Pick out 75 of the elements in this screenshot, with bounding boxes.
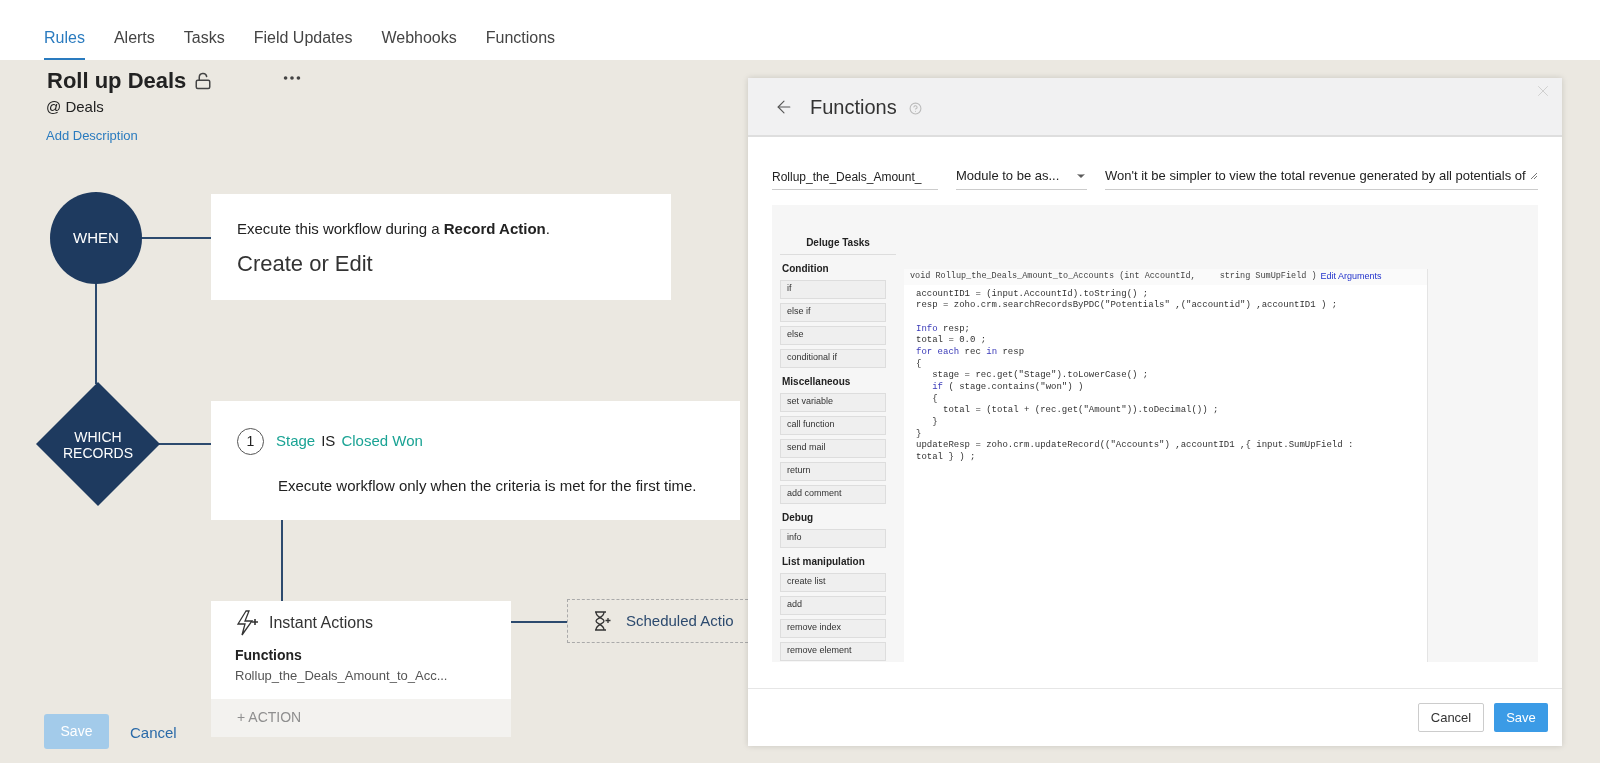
task-item[interactable]: add <box>780 595 886 615</box>
task-item[interactable]: if <box>780 279 886 299</box>
panel-title: Functions <box>810 94 897 120</box>
connector-line <box>511 621 567 623</box>
when-label: WHEN <box>73 227 119 248</box>
trigger-value: Create or Edit <box>237 249 374 278</box>
tasks-heading: Deluge Tasks <box>780 234 896 255</box>
code-keyword: if <box>931 382 943 394</box>
task-item[interactable]: set variable <box>780 392 886 412</box>
code-text: resp = zoho.crm.searchRecordsByPDC("Potentials" ,("accountid") ,accountID1 ) ; <box>916 300 1338 312</box>
function-name-field[interactable]: Rollup_the_Deals_Amount_ <box>772 167 938 190</box>
rule-title: Roll up Deals <box>47 67 187 95</box>
task-section-title: Miscellaneous <box>781 374 852 389</box>
criteria-note: Execute workflow only when the criteria is met for the first time. <box>278 476 698 496</box>
task-item[interactable]: else <box>780 325 886 345</box>
criteria-field: Stage <box>276 430 316 453</box>
code-text: resp; <box>943 323 970 336</box>
task-item[interactable]: add comment <box>780 484 886 504</box>
code-text: rec <box>963 346 982 359</box>
task-item[interactable]: remove element <box>780 641 886 661</box>
lightning-plus-icon <box>235 610 259 636</box>
add-description-link[interactable]: Add Description <box>46 126 138 146</box>
task-section-title: Debug <box>781 510 815 525</box>
task-item[interactable]: conditional if <box>780 348 886 368</box>
code-text: total = (total + (rec.get("Amount")).toDecimal()) ; <box>942 405 1219 418</box>
scheduled-actions-title: Scheduled Actio <box>626 610 734 631</box>
task-section-title: List manipulation <box>781 554 866 569</box>
code-text: ( stage.contains("won") ) <box>947 382 1084 394</box>
tab[interactable]: Webhooks <box>381 26 457 60</box>
code-text: updateResp = zoho.crm.updateRecord(("Accounts") ,accountID1 ,{ input.SumUpField : <box>916 440 1354 452</box>
action-type: Functions <box>235 646 303 665</box>
description-field[interactable]: Won't it be simpler to view the total revenue generated by all potentials of <box>1105 166 1538 190</box>
criteria-value: Closed Won <box>341 431 423 452</box>
task-section-title: Condition <box>781 261 830 276</box>
code-text: accountID1 = (input.AccountId).toString() ; <box>916 288 1149 300</box>
tab[interactable]: Tasks <box>183 26 225 60</box>
module-label: @ Deals <box>46 97 104 117</box>
instant-actions-title: Instant Actions <box>269 613 374 633</box>
cancel-link[interactable]: Cancel <box>130 722 177 745</box>
tab[interactable]: Alerts <box>113 26 155 60</box>
task-item[interactable]: create list <box>780 572 886 592</box>
code-text: stage = rec.get("Stage").toLowerCase() ; <box>931 370 1149 382</box>
function-signature: void Rollup_the_Deals_Amount_to_Accounts (int AccountId, <box>910 270 1196 283</box>
code-text: } <box>931 417 938 429</box>
hourglass-plus-icon <box>592 611 612 631</box>
tab[interactable]: Functions <box>485 26 556 60</box>
trigger-intro: Execute this workflow during a Record Action. <box>237 219 551 239</box>
module-select[interactable]: Module to be as... <box>956 166 1087 190</box>
task-item[interactable]: call function <box>780 415 886 435</box>
function-signature: string SumUpField ) <box>1219 270 1317 283</box>
task-item[interactable]: return <box>780 461 886 481</box>
edit-arguments-link[interactable]: Edit Arguments <box>1320 269 1382 284</box>
cancel-button[interactable]: Cancel <box>1418 703 1484 732</box>
task-item[interactable]: info <box>780 528 886 548</box>
task-item[interactable]: remove index <box>780 618 886 638</box>
code-text: total = 0.0 ; <box>916 335 987 347</box>
which-records-label: WHICH RECORDS <box>62 429 134 461</box>
code-keyword: Info <box>916 323 938 335</box>
tab[interactable]: Rules <box>44 26 85 60</box>
code-text: resp <box>1001 346 1025 359</box>
resize-handle-icon <box>1530 171 1538 180</box>
code-text: { <box>931 393 938 406</box>
action-name[interactable]: Rollup_the_Deals_Amount_to_Acc... <box>235 666 511 686</box>
task-item[interactable]: send mail <box>780 438 886 458</box>
unlock-icon[interactable] <box>194 71 213 90</box>
code-text: total } ) ; <box>916 452 976 464</box>
connector-line <box>140 237 212 239</box>
code-keyword: in <box>986 346 998 359</box>
criteria-operator: IS <box>321 431 336 452</box>
code-keyword: for each <box>916 346 960 359</box>
code-text: { <box>916 358 922 371</box>
task-item[interactable]: else if <box>780 302 886 322</box>
connector-line <box>158 443 212 445</box>
tab[interactable]: Field Updates <box>253 26 353 60</box>
code-text: } <box>916 428 922 440</box>
